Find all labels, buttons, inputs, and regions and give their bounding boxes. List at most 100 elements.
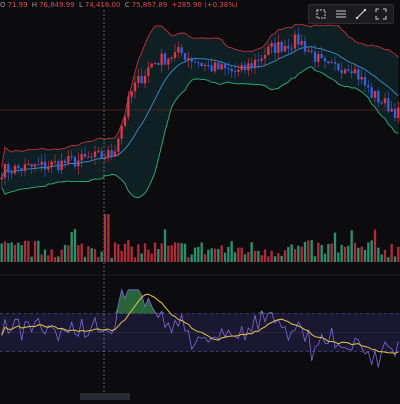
chart-canvas[interactable] — [0, 0, 400, 400]
candle — [380, 102, 383, 104]
volume-bar — [337, 252, 340, 262]
candle — [150, 63, 153, 68]
candle — [303, 41, 307, 52]
fullscreen-tool-icon[interactable] — [372, 5, 390, 23]
candle — [207, 64, 210, 66]
volume-bar — [277, 253, 280, 262]
candle — [93, 151, 97, 158]
volume-bar — [100, 251, 103, 262]
volume-bar — [253, 250, 257, 262]
candle — [60, 160, 63, 171]
volume-bar — [247, 251, 250, 262]
candle — [377, 91, 380, 103]
volume-bar — [217, 249, 220, 262]
trading-chart[interactable] — [0, 0, 400, 400]
candle — [250, 63, 253, 68]
candle — [370, 87, 373, 98]
candle — [340, 70, 343, 74]
volume-bar — [293, 249, 297, 262]
candle — [53, 161, 57, 163]
candle — [360, 77, 363, 80]
volume-bar — [40, 254, 43, 262]
volume-bar — [397, 246, 400, 262]
candle — [257, 59, 260, 61]
volume-bar — [97, 256, 100, 262]
volume-bar — [130, 246, 133, 262]
volume-bar — [153, 242, 157, 262]
volume-bar — [233, 252, 237, 262]
candle — [327, 61, 330, 64]
volume-bar — [0, 243, 3, 262]
volume-bar — [50, 249, 53, 262]
candle — [63, 160, 67, 164]
volume-bar — [380, 254, 383, 262]
close-label: C — [124, 1, 130, 9]
volume-bar — [310, 240, 313, 262]
candle — [220, 64, 223, 70]
candle — [87, 156, 90, 158]
volume-bar — [120, 250, 123, 262]
volume-bar — [27, 240, 30, 262]
candle — [23, 164, 27, 171]
volume-bar — [323, 253, 327, 262]
volume-bar — [230, 241, 233, 262]
volume-bar — [383, 249, 387, 262]
candle — [240, 65, 243, 70]
horizontal-lines-tool-icon[interactable] — [332, 5, 350, 23]
volume-bar — [350, 230, 353, 262]
candle — [113, 151, 117, 157]
volume-bar — [93, 249, 97, 262]
candle — [90, 156, 93, 158]
volume-bar — [23, 240, 27, 262]
candle — [313, 51, 317, 62]
trend-line-tool-icon[interactable] — [352, 5, 370, 23]
volume-bar — [173, 242, 177, 262]
candle — [133, 82, 137, 92]
candle — [373, 91, 377, 98]
volume-bar — [283, 250, 287, 262]
candle — [267, 46, 270, 55]
candle — [130, 91, 133, 97]
candle — [140, 76, 143, 84]
volume-bar — [180, 243, 183, 262]
volume-bar — [353, 242, 357, 262]
candle — [300, 41, 303, 45]
candle — [237, 69, 240, 72]
volume-bar — [327, 244, 330, 262]
volume-bar — [393, 256, 397, 262]
candle — [210, 65, 213, 72]
candle — [343, 69, 347, 74]
volume-bar — [43, 249, 47, 262]
candle — [20, 168, 23, 171]
volume-bar — [243, 254, 247, 262]
candle — [160, 53, 163, 65]
candle — [180, 47, 183, 54]
volume-bar — [33, 241, 37, 262]
volume-bar — [373, 229, 377, 262]
candle — [330, 62, 333, 64]
volume-bar — [13, 244, 17, 262]
volume-bar — [177, 242, 180, 262]
volume-bar — [137, 244, 140, 262]
select-tool-icon[interactable] — [312, 5, 330, 23]
candle — [100, 151, 103, 159]
candle — [217, 62, 220, 70]
candle — [393, 108, 397, 119]
oscillator-overbought-fill — [0, 289, 400, 314]
candle — [310, 50, 313, 52]
candle — [153, 62, 157, 64]
candle — [167, 58, 170, 65]
volume-bar — [360, 246, 363, 262]
candle — [233, 71, 237, 73]
candle — [143, 75, 147, 84]
volume-bar — [240, 247, 243, 262]
volume-bar — [73, 229, 77, 262]
candle — [30, 163, 33, 167]
volume-bar — [347, 245, 350, 262]
candle — [67, 156, 70, 164]
volume-bar — [143, 243, 147, 262]
volume-bar — [157, 249, 160, 262]
volume-bar — [367, 242, 370, 262]
volume-bar — [200, 242, 203, 262]
candle — [243, 65, 247, 71]
